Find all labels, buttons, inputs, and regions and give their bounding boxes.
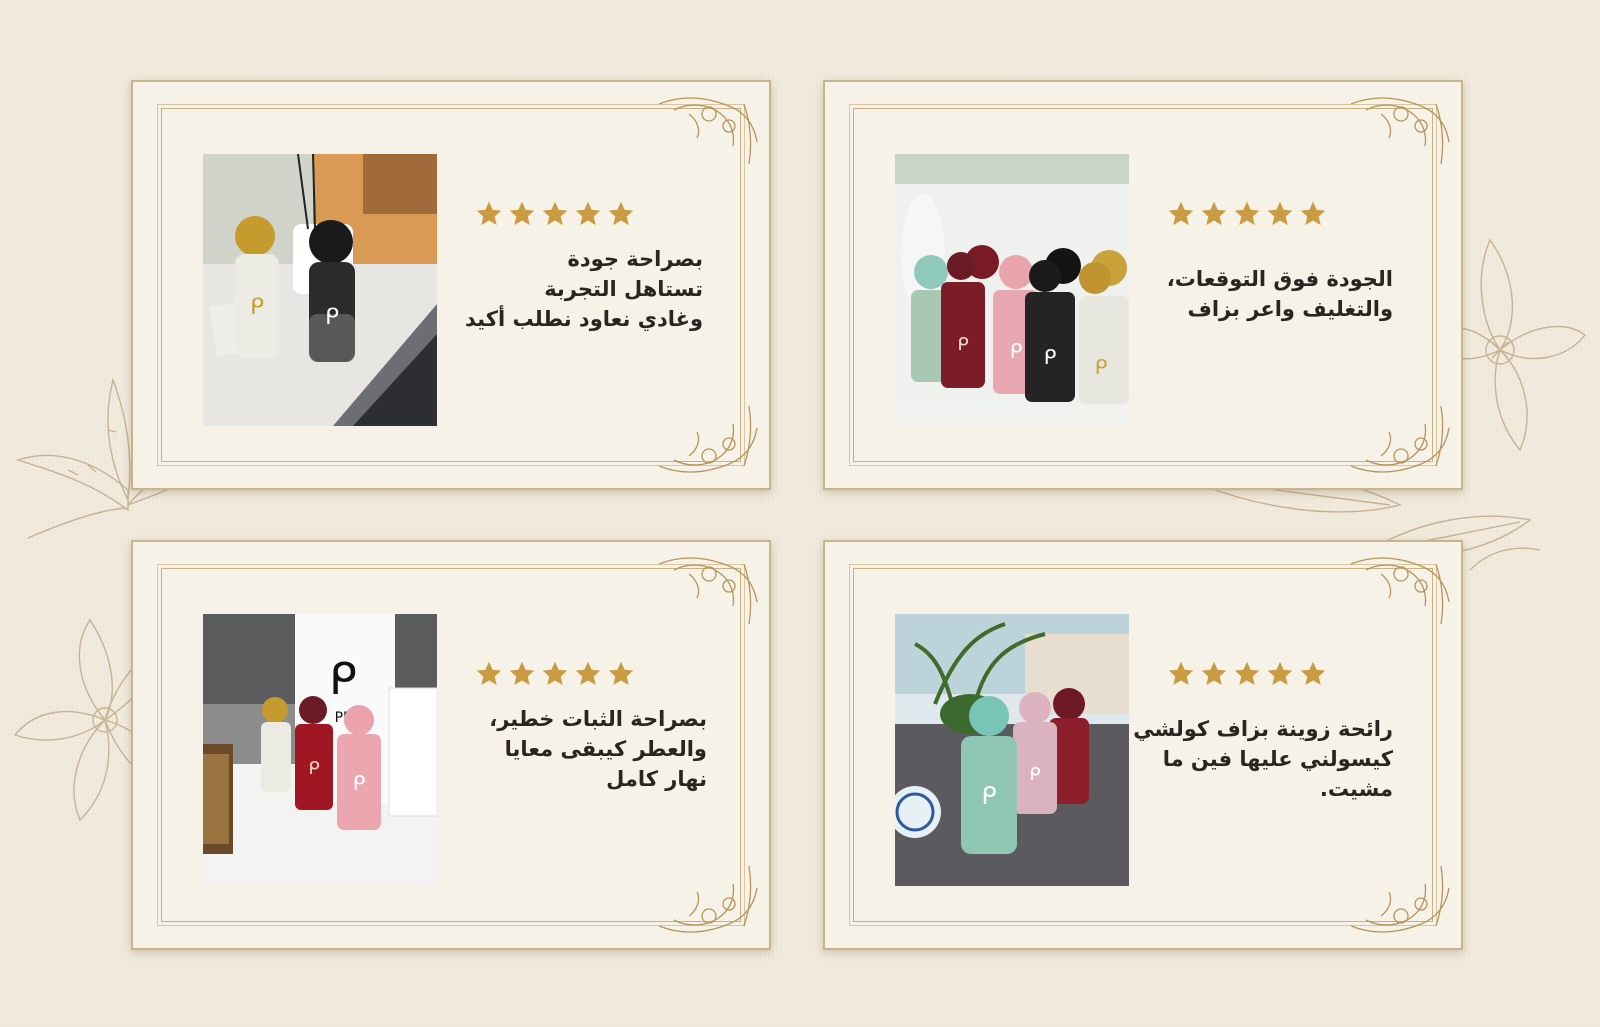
- star-icon: [1267, 661, 1293, 685]
- corner-ornament-icon: [1350, 865, 1450, 933]
- rating-stars: [1167, 660, 1327, 690]
- corner-ornament-icon: [658, 865, 758, 933]
- svg-text:ᑭ: ᑭ: [250, 295, 264, 320]
- review-text-line: بصراحة جودة: [567, 247, 704, 271]
- review-text: رائحة زوينة بزاف كولشي كيسولني عليها فين…: [1133, 714, 1393, 804]
- svg-text:ᑭ: ᑭ: [329, 654, 357, 705]
- star-icon: [608, 201, 634, 225]
- perfume-gift-bag-image: ᑭ PRIN ᑭ ᑭ: [203, 614, 437, 886]
- review-text: الجودة فوق التوقعات، والتغليف واعر بزاف: [1167, 264, 1393, 324]
- svg-text:ᑭ: ᑭ: [308, 758, 319, 779]
- review-text-line: الجودة فوق التوقعات،: [1166, 267, 1393, 291]
- star-icon: [1234, 661, 1260, 685]
- svg-text:ᑭ: ᑭ: [981, 782, 996, 810]
- review-card-1: ᑭ ᑭ بصراحة جودة تستاهل التجربة وغادي نعا…: [131, 80, 771, 490]
- star-icon: [476, 661, 502, 685]
- review-text-line: تستاهل التجربة: [544, 277, 703, 301]
- rating-stars: [475, 200, 635, 230]
- svg-text:ᑭ: ᑭ: [1044, 345, 1057, 369]
- review-text-line: نهار كامل: [606, 767, 707, 791]
- svg-text:ᑭ: ᑭ: [1029, 764, 1040, 785]
- star-icon: [1234, 201, 1260, 225]
- corner-ornament-icon: [658, 97, 758, 165]
- corner-ornament-icon: [1350, 97, 1450, 165]
- corner-ornament-icon: [1350, 557, 1450, 625]
- review-card-4: ᑭ ᑭ رائحة زوينة بزاف كولشي كيسولني عليها…: [823, 540, 1463, 950]
- star-icon: [1267, 201, 1293, 225]
- review-text-line: كيسولني عليها فين ما: [1162, 747, 1393, 771]
- star-icon: [542, 201, 568, 225]
- corner-ornament-icon: [658, 557, 758, 625]
- review-text-line: بصراحة الثبات خطير،: [489, 707, 707, 731]
- review-text: بصراحة جودة تستاهل التجربة وغادي نعاود ن…: [465, 244, 703, 334]
- star-icon: [1201, 661, 1227, 685]
- star-icon: [1168, 661, 1194, 685]
- corner-ornament-icon: [658, 405, 758, 473]
- star-icon: [1300, 201, 1326, 225]
- review-text-line: وغادي نعاود نطلب أكيد: [465, 307, 703, 331]
- review-text: بصراحة الثبات خطير، والعطر كيبقى معايا ن…: [489, 704, 707, 794]
- svg-text:ᑭ: ᑭ: [1095, 355, 1108, 379]
- review-text-line: مشيت.: [1319, 777, 1393, 801]
- corner-ornament-icon: [1350, 405, 1450, 473]
- star-icon: [509, 661, 535, 685]
- perfume-bottle-image: ᑭ ᑭ: [203, 154, 437, 426]
- review-card-2: ᑭ ᑭ ᑭ ᑭ الجودة فوق التوقعات، والتغليف وا…: [823, 80, 1463, 490]
- svg-text:ᑭ: ᑭ: [353, 771, 366, 795]
- svg-text:ᑭ: ᑭ: [1010, 339, 1023, 363]
- star-icon: [608, 661, 634, 685]
- star-icon: [575, 661, 601, 685]
- star-icon: [509, 201, 535, 225]
- review-text-line: رائحة زوينة بزاف كولشي: [1133, 717, 1393, 741]
- star-icon: [575, 201, 601, 225]
- star-icon: [1201, 201, 1227, 225]
- rating-stars: [475, 660, 635, 690]
- svg-text:ᑭ: ᑭ: [957, 334, 968, 355]
- review-text-line: والعطر كيبقى معايا: [504, 737, 707, 761]
- star-icon: [542, 661, 568, 685]
- svg-text:ᑭ: ᑭ: [325, 305, 339, 330]
- perfume-bottles-table-image: ᑭ ᑭ: [895, 614, 1129, 886]
- star-icon: [1168, 201, 1194, 225]
- star-icon: [1300, 661, 1326, 685]
- rating-stars: [1167, 200, 1327, 230]
- review-text-line: والتغليف واعر بزاف: [1187, 297, 1393, 321]
- review-card-3: ᑭ PRIN ᑭ ᑭ بصراحة الثبات خطير، والعطر كي…: [131, 540, 771, 950]
- perfume-bottles-row-image: ᑭ ᑭ ᑭ ᑭ: [895, 154, 1129, 426]
- star-icon: [476, 201, 502, 225]
